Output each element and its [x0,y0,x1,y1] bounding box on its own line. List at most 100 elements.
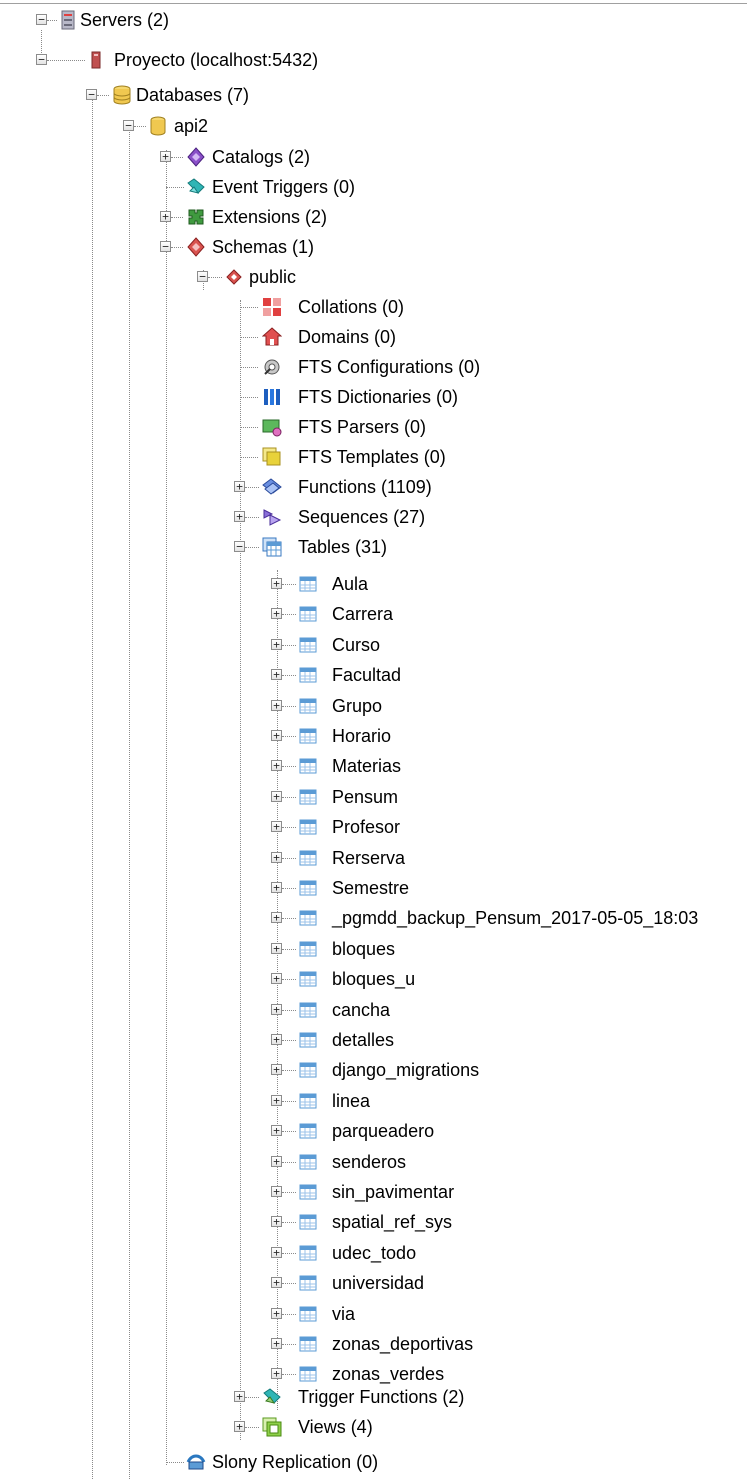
table-icon [298,1182,318,1202]
table-row[interactable]: + Facultad [0,660,747,690]
collapse-toggle[interactable]: − [197,271,208,282]
expand-toggle[interactable]: + [160,211,171,222]
table-row[interactable]: + spatial_ref_sys [0,1207,747,1237]
expand-toggle[interactable]: + [271,1034,282,1045]
functions-label: Functions (1109) [298,477,432,497]
tree-node-catalogs[interactable]: + Catalogs (2) [0,142,747,172]
table-row[interactable]: + Horario [0,721,747,751]
collapse-toggle[interactable]: − [234,541,245,552]
table-row[interactable]: + Grupo [0,691,747,721]
table-row[interactable]: + zonas_deportivas [0,1329,747,1359]
expand-toggle[interactable]: + [234,481,245,492]
collapse-toggle[interactable]: − [36,14,47,25]
table-label: udec_todo [332,1243,417,1263]
tree-node-schemas[interactable]: − Schemas (1) [0,232,747,262]
tree-node-extensions[interactable]: + Extensions (2) [0,202,747,232]
table-row[interactable]: + Curso [0,630,747,660]
top-border [0,3,747,4]
table-row[interactable]: + bloques [0,934,747,964]
expand-toggle[interactable]: + [271,821,282,832]
table-row[interactable]: + _pgmdd_backup_Pensum_2017-05-05_18:03 [0,903,747,933]
tree-node-event-triggers[interactable]: Event Triggers (0) [0,172,747,202]
expand-toggle[interactable]: + [271,578,282,589]
table-row[interactable]: + detalles [0,1025,747,1055]
expand-toggle[interactable]: + [271,1004,282,1015]
table-row[interactable]: + Pensum [0,782,747,812]
tree-node-database-api2[interactable]: − api2 [0,111,747,141]
expand-toggle[interactable]: + [234,1421,245,1432]
expand-toggle[interactable]: + [160,151,171,162]
tree-node-schema-public[interactable]: − public [0,262,747,292]
tree-connector [282,1222,296,1223]
table-row[interactable]: + cancha [0,995,747,1025]
expand-toggle[interactable]: + [271,639,282,650]
expand-toggle[interactable]: + [234,1391,245,1402]
extensions-icon [186,207,206,227]
table-row[interactable]: + Profesor [0,812,747,842]
tree-node-server[interactable]: − Proyecto (localhost:5432) [0,45,747,75]
tree-node-tables[interactable]: − Tables (31) [0,532,747,562]
table-row[interactable]: + Semestre [0,873,747,903]
tree-node-trigger-functions[interactable]: + Trigger Functions (2) [0,1382,747,1412]
table-icon [298,1243,318,1263]
schema-label: public [249,267,297,287]
tree-node-fts-templates[interactable]: FTS Templates (0) [0,442,747,472]
expand-toggle[interactable]: + [271,1156,282,1167]
expand-toggle[interactable]: + [271,882,282,893]
expand-toggle[interactable]: + [271,1368,282,1379]
expand-toggle[interactable]: + [271,760,282,771]
tree-node-slony-replication[interactable]: Slony Replication (0) [0,1447,747,1477]
expand-toggle[interactable]: + [271,1247,282,1258]
table-row[interactable]: + parqueadero [0,1116,747,1146]
expand-toggle[interactable]: + [271,730,282,741]
table-row[interactable]: + Materias [0,751,747,781]
expand-toggle[interactable]: + [271,973,282,984]
collapse-toggle[interactable]: − [160,241,171,252]
expand-toggle[interactable]: + [271,1064,282,1075]
tree-connector [240,367,258,368]
expand-toggle[interactable]: + [271,791,282,802]
expand-toggle[interactable]: + [271,852,282,863]
tree-node-fts-dictionaries[interactable]: FTS Dictionaries (0) [0,382,747,412]
table-row[interactable]: + bloques_u [0,964,747,994]
collapse-toggle[interactable]: − [86,89,97,100]
tree-node-collations[interactable]: Collations (0) [0,292,747,322]
expand-toggle[interactable]: + [271,1216,282,1227]
expand-toggle[interactable]: + [271,943,282,954]
expand-toggle[interactable]: + [271,912,282,923]
tree-node-databases[interactable]: − Databases (7) [0,80,747,110]
tree-node-domains[interactable]: Domains (0) [0,322,747,352]
table-label: django_migrations [332,1060,480,1080]
tree-node-views[interactable]: + Views (4) [0,1412,747,1442]
table-row[interactable]: + django_migrations [0,1055,747,1085]
expand-toggle[interactable]: + [271,1095,282,1106]
databases-label: Databases (7) [136,85,250,105]
expand-toggle[interactable]: + [271,669,282,680]
collapse-toggle[interactable]: − [36,54,47,65]
table-row[interactable]: + universidad [0,1268,747,1298]
table-row[interactable]: + linea [0,1086,747,1116]
expand-toggle[interactable]: + [271,1125,282,1136]
table-row[interactable]: + via [0,1299,747,1329]
table-icon [298,1304,318,1324]
expand-toggle[interactable]: + [271,1277,282,1288]
table-row[interactable]: + senderos [0,1147,747,1177]
expand-toggle[interactable]: + [271,1338,282,1349]
table-row[interactable]: + udec_todo [0,1238,747,1268]
expand-toggle[interactable]: + [271,608,282,619]
tree-node-functions[interactable]: + Functions (1109) [0,472,747,502]
trigger-functions-icon [262,1387,282,1407]
expand-toggle[interactable]: + [234,511,245,522]
table-row[interactable]: + sin_pavimentar [0,1177,747,1207]
expand-toggle[interactable]: + [271,1308,282,1319]
table-row[interactable]: + Carrera [0,599,747,629]
tree-node-sequences[interactable]: + Sequences (27) [0,502,747,532]
collapse-toggle[interactable]: − [123,120,134,131]
expand-toggle[interactable]: + [271,1186,282,1197]
table-row[interactable]: + Rerserva [0,843,747,873]
expand-toggle[interactable]: + [271,700,282,711]
tree-node-servers[interactable]: − Servers (2) [0,5,747,35]
tree-node-fts-configurations[interactable]: FTS Configurations (0) [0,352,747,382]
tree-node-fts-parsers[interactable]: FTS Parsers (0) [0,412,747,442]
table-row[interactable]: + Aula [0,569,747,599]
